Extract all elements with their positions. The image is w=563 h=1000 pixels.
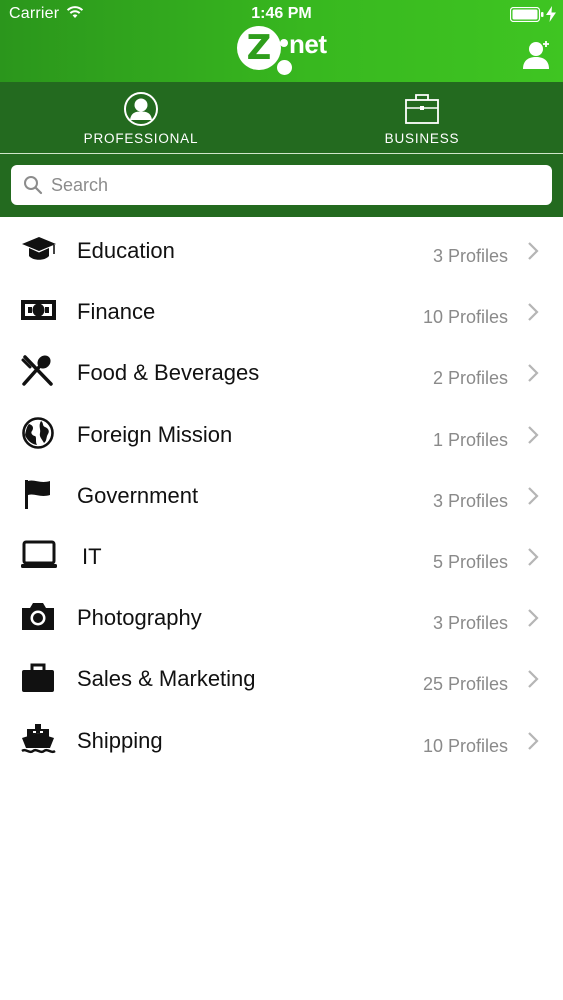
chevron-right-icon [527,302,539,327]
chevron-right-icon [527,731,539,756]
category-row-education[interactable]: Education 3 Profiles [0,217,563,278]
profile-count: 5 Profiles [432,551,508,572]
profile-count: 10 Profiles [422,735,508,756]
chevron-right-icon [527,425,539,450]
category-label: Food & Beverages [77,360,260,386]
category-row-sales-marketing[interactable]: Sales & Marketing 25 Profiles [0,645,563,706]
segment-tabbar: PROFESSIONAL BUSINESS [0,82,563,154]
category-row-foreign-mission[interactable]: Foreign Mission 1 Profiles [0,401,563,462]
category-row-government[interactable]: Government 3 Profiles [0,462,563,523]
category-row-finance[interactable]: Finance 10 Profiles [0,278,563,339]
add-user-icon [523,41,549,69]
search-box[interactable] [11,165,552,205]
status-time: 1:46 PM [251,5,312,22]
charging-bolt-icon [546,6,556,27]
tab-label: BUSINESS [384,131,460,146]
profile-count: 25 Profiles [422,674,508,695]
globe-icon [20,416,58,449]
profile-count: 2 Profiles [432,368,508,389]
tab-business[interactable]: BUSINESS [281,82,563,153]
category-row-photography[interactable]: Photography 3 Profiles [0,584,563,645]
ship-icon [20,723,58,755]
flag-icon [20,478,58,510]
logo-text: net [289,29,327,59]
category-label: Education [77,238,175,263]
profile-count: 10 Profiles [422,307,508,328]
category-label: Foreign Mission [77,421,233,447]
person-circle-icon [123,91,159,132]
category-row-it[interactable]: IT 5 Profiles [0,523,563,584]
category-row-food-beverages[interactable]: Food & Beverages 2 Profiles [0,339,563,400]
logo-dot-small [280,39,288,47]
profile-count: 3 Profiles [432,246,508,266]
category-label: Photography [77,605,202,631]
chevron-right-icon [527,486,539,511]
battery-icon [509,6,544,27]
profile-count: 3 Profiles [432,613,508,634]
chevron-right-icon [527,363,539,388]
category-label: Government [77,482,199,508]
briefcase-outline-icon [404,91,440,132]
category-label: Shipping [77,727,163,753]
logo-letter: Z [237,26,281,70]
app-header: Carrier 1:46 PM Z net [0,0,563,82]
category-label: Finance [77,299,156,325]
profile-count: 1 Profiles [432,429,508,450]
category-row-shipping[interactable]: Shipping 10 Profiles [0,707,563,768]
chevron-right-icon [527,608,539,633]
tab-professional[interactable]: PROFESSIONAL [0,82,282,153]
cutlery-icon [20,355,58,387]
logo-dot-large [277,60,292,75]
chevron-right-icon [527,669,539,694]
tab-label: PROFESSIONAL [83,131,199,146]
graduation-cap-icon [20,233,58,265]
category-label: Sales & Marketing [77,666,256,692]
chevron-right-icon [527,547,539,572]
add-user-button[interactable] [520,38,554,72]
camera-icon [20,600,58,632]
category-list: Education 3 Profiles Finance 10 Profiles [0,217,563,768]
money-icon [20,294,58,326]
search-icon [23,175,43,200]
laptop-icon [20,539,58,571]
profile-count: 3 Profiles [432,490,508,511]
chevron-right-icon [527,241,539,266]
app-logo: Z net [234,23,330,79]
search-input[interactable] [51,169,541,201]
search-bar [0,154,563,217]
category-label: IT [82,543,102,569]
briefcase-icon [20,661,58,693]
